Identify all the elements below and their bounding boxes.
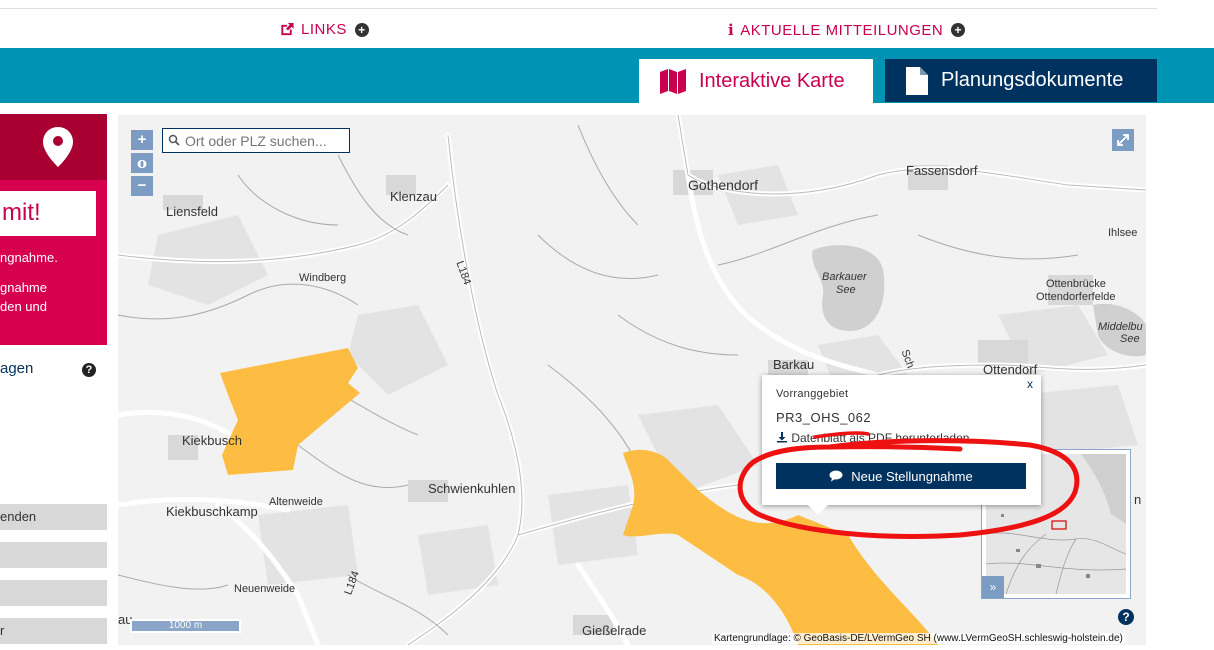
page: LINKS + i AKTUELLE MITTEILUNGEN + Intera… — [0, 0, 1214, 650]
place-label: Windberg — [299, 272, 347, 284]
info-icon: i — [728, 21, 735, 39]
top-divider — [0, 8, 1157, 9]
overview-toggle-button[interactable]: » — [982, 576, 1004, 598]
participate-label: mit! — [2, 199, 41, 226]
scale-bar: 1000 m — [130, 619, 241, 633]
place-label: Fassensdorf — [906, 163, 978, 178]
tab-interactive-map[interactable]: Interaktive Karte — [639, 59, 873, 103]
place-label: Ihlsee — [1108, 227, 1138, 239]
place-label: Klenzau — [390, 189, 437, 204]
popup-close-button[interactable]: x — [1027, 377, 1033, 391]
panel-button-3[interactable] — [0, 580, 107, 606]
tab-planning-documents-label: Planungsdokumente — [941, 69, 1124, 91]
popup-download-link[interactable]: Datenblatt als PDF herunterladen — [776, 431, 969, 445]
lake-label: Barkauer — [822, 271, 867, 283]
panel-text-1: ngnahme. — [0, 250, 58, 265]
links-menu[interactable]: LINKS + — [279, 21, 369, 38]
place-label: Ottendorferfelde — [1036, 291, 1116, 303]
panel-button-4[interactable]: r — [0, 618, 107, 644]
lake-label: Middelbu — [1098, 321, 1143, 333]
plus-circle-icon: + — [354, 22, 369, 37]
place-label: Gießelrade — [582, 623, 647, 638]
map-help-button[interactable]: ? — [1118, 609, 1134, 625]
new-statement-label: Neue Stellungnahme — [851, 468, 973, 484]
popup-download-label: Datenblatt als PDF herunterladen — [791, 431, 970, 445]
panel-questions-link[interactable]: agen — [0, 360, 33, 377]
feature-popup: x Vorranggebiet PR3_OHS_062 Datenblatt a… — [762, 375, 1041, 515]
tab-planning-documents[interactable]: Planungsdokumente — [885, 59, 1157, 102]
download-icon — [777, 432, 787, 443]
help-icon[interactable]: ? — [82, 363, 96, 377]
map-icon — [660, 69, 686, 94]
zoom-reset-button[interactable]: o — [131, 153, 153, 173]
new-statement-button[interactable]: Neue Stellungnahme — [776, 463, 1026, 489]
zoom-out-button[interactable]: − — [131, 176, 153, 196]
popup-title: Vorranggebiet — [776, 388, 849, 400]
map-attribution: Kartengrundlage: © GeoBasis-DE/LVermGeo … — [712, 633, 1125, 644]
panel-text-3: den und — [0, 299, 47, 314]
place-label: Kiekbusch — [182, 433, 242, 448]
panel-button-1[interactable]: enden — [0, 504, 107, 530]
place-label: Ottenbrücke — [1046, 278, 1106, 290]
tab-interactive-map-label: Interaktive Karte — [699, 69, 845, 92]
place-label: Schwienkuhlen — [428, 481, 516, 496]
popup-tail — [808, 505, 828, 515]
popup-area-id: PR3_OHS_062 — [776, 410, 872, 425]
location-search-input[interactable] — [162, 128, 350, 153]
search-icon — [168, 134, 180, 146]
place-label: Barkau — [773, 357, 815, 372]
participate-button[interactable]: mit! — [0, 191, 96, 236]
expand-icon — [1117, 134, 1129, 146]
news-label: AKTUELLE MITTEILUNGEN — [740, 21, 944, 39]
comment-icon — [829, 470, 843, 482]
map-marker-icon — [43, 127, 73, 167]
plus-circle-icon: + — [951, 23, 966, 37]
lake-label: See — [836, 284, 856, 296]
panel-button-2[interactable] — [0, 542, 107, 568]
panel-text-2: gnahme — [0, 280, 47, 295]
place-label: Altenweide — [269, 496, 323, 508]
links-label: LINKS — [301, 21, 347, 38]
place-label: n — [1134, 492, 1142, 507]
place-label: Liensfeld — [166, 204, 219, 219]
location-header — [0, 114, 107, 180]
news-menu[interactable]: i AKTUELLE MITTEILUNGEN + — [728, 21, 966, 39]
zoom-in-button[interactable]: + — [131, 130, 153, 150]
document-icon — [906, 66, 928, 95]
lake-label: See — [1120, 333, 1140, 345]
fullscreen-button[interactable] — [1112, 129, 1134, 151]
place-label: Neuenweide — [234, 583, 296, 595]
map-canvas[interactable]: Liensfeld Klenzau Gothendorf Fassensdorf… — [118, 115, 1146, 645]
place-label: Gothendorf — [688, 177, 759, 193]
priority-area-west — [220, 348, 360, 475]
place-label: Kiekbuschkamp — [166, 504, 258, 519]
external-link-icon — [281, 22, 294, 36]
